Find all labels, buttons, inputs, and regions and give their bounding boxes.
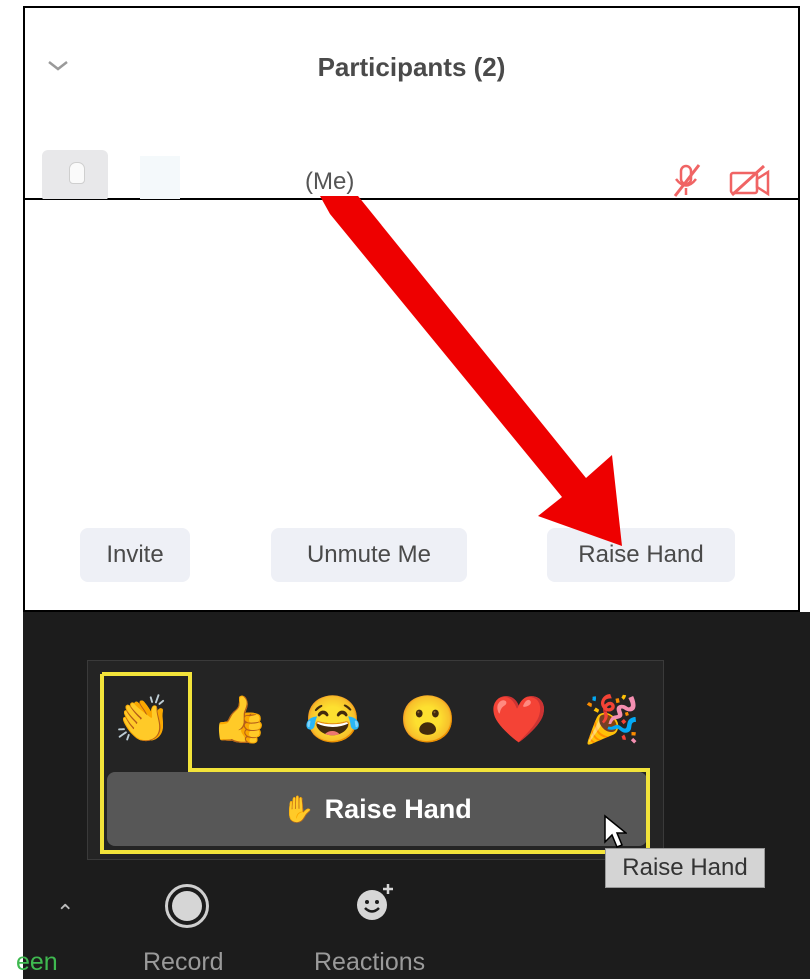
reactions-icon[interactable]: [354, 882, 396, 929]
participants-footer: Invite Unmute Me Raise Hand: [23, 200, 800, 612]
emoji-thumbs-up[interactable]: 👍: [211, 696, 268, 742]
raise-hand-icon: ✋: [282, 793, 315, 824]
reactions-label[interactable]: Reactions: [314, 948, 425, 977]
tooltip: Raise Hand: [605, 848, 765, 888]
emoji-party[interactable]: 🎉: [583, 696, 640, 742]
video-off-icon[interactable]: [728, 164, 772, 203]
emoji-surprised[interactable]: 😮: [399, 696, 456, 742]
participant-name: (Me): [305, 168, 355, 195]
microphone-icon: [69, 162, 85, 184]
avatar-image: [140, 156, 180, 202]
meeting-toolbar: 👏 👍 😂 😮 ❤️ 🎉 ✋ Raise Hand Raise Hand ⌃ e…: [16, 612, 810, 979]
invite-button[interactable]: Invite: [80, 528, 190, 582]
mic-muted-icon[interactable]: [670, 162, 704, 203]
panel-title: Participants (2): [317, 52, 506, 82]
raise-hand-button[interactable]: Raise Hand: [547, 528, 735, 582]
record-icon[interactable]: [165, 884, 209, 928]
left-strip: [0, 612, 23, 979]
emoji-heart[interactable]: ❤️: [490, 696, 547, 742]
record-label[interactable]: Record: [143, 948, 224, 977]
emoji-laughing[interactable]: 😂: [304, 696, 361, 742]
caret-up-icon[interactable]: ⌃: [56, 900, 74, 926]
avatar: [42, 150, 108, 202]
emoji-clap[interactable]: 👏: [114, 696, 171, 742]
participants-header: Participants (2) (Me): [23, 6, 800, 203]
raise-hand-reaction-button[interactable]: ✋ Raise Hand: [107, 772, 647, 846]
unmute-me-button[interactable]: Unmute Me: [271, 528, 467, 582]
share-screen-label[interactable]: een: [16, 948, 58, 977]
raise-hand-label: Raise Hand: [324, 793, 472, 824]
